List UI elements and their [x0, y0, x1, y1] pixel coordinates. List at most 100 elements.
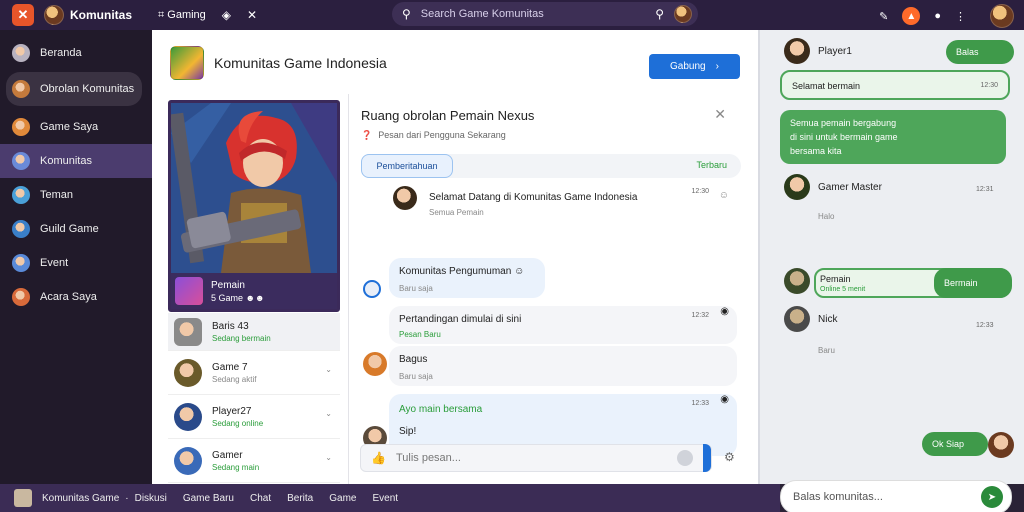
send-icon[interactable]: ➤ [981, 486, 1003, 508]
message-time: 12:33 [691, 400, 709, 407]
top-right-actions: ✎ ▲ ● ⋮ [879, 4, 1014, 28]
right-user-row[interactable]: Nick [784, 306, 837, 332]
right-user-row[interactable]: Player1 [784, 38, 852, 64]
bottom-link[interactable]: Event [372, 493, 398, 504]
chevron-down-icon[interactable]: ⌄ [325, 409, 332, 418]
player-avatar [174, 446, 202, 475]
message-bubble[interactable]: Selamat Datang di Komunitas Game Indones… [419, 182, 737, 222]
right-message-bubble-large[interactable]: Semua pemain bergabung di sini untuk ber… [780, 110, 1006, 164]
right-user-row[interactable]: Gamer Master [784, 174, 882, 200]
message-bubble[interactable]: Bagus Baru saja [389, 346, 737, 386]
bottom-link[interactable]: Chat [250, 493, 271, 504]
tab-latest[interactable]: Terbaru [696, 160, 727, 170]
bottom-link[interactable]: Komunitas Game [42, 493, 119, 504]
reaction-icon[interactable]: ☺ [719, 190, 729, 201]
logo-icon[interactable]: ✕ [12, 4, 34, 26]
right-reply-input[interactable] [793, 491, 981, 503]
search-icon: ⚲ [402, 7, 411, 21]
message-avatar[interactable] [363, 280, 381, 298]
list-item[interactable]: Player27 Sedang online ⌄ [168, 395, 340, 439]
player-name: Baris 43 [212, 320, 249, 332]
search-avatar[interactable] [674, 5, 692, 23]
play-button[interactable]: Bermain [934, 268, 1012, 298]
page-title: Komunitas Game Indonesia [214, 55, 387, 71]
player-name: Game 7 [212, 361, 248, 373]
tab-label: Pemberitahuan [376, 161, 438, 171]
right-message-time: 12:30 [980, 82, 998, 89]
hero-info-bar: Pemain 5 Game ☻☻ [171, 273, 337, 309]
sidebar-item-communities[interactable]: Komunitas [0, 144, 152, 178]
brand-name: Komunitas [70, 8, 133, 22]
sidebar-item-chat[interactable]: Obrolan Komunitas [6, 72, 142, 106]
right-user-row[interactable] [784, 268, 810, 294]
profile-avatar[interactable] [990, 4, 1014, 28]
fire-icon[interactable]: ▲ [902, 7, 921, 25]
bottom-link[interactable]: Game Baru [183, 493, 234, 504]
right-user-name: Gamer Master [818, 181, 882, 193]
message-avatar[interactable] [393, 186, 417, 210]
chevron-down-icon[interactable]: ⌄ [325, 453, 332, 462]
bottom-link[interactable]: Berita [287, 493, 313, 504]
send-button[interactable] [703, 444, 711, 472]
message-bubble[interactable]: Pertandingan dimulai di sini Pesan Baru … [389, 306, 737, 344]
message-sub: Semua Pemain [429, 208, 484, 217]
emoji-icon: ☻☻ [245, 292, 265, 303]
hero-character-image [171, 103, 337, 273]
bottom-bar: Komunitas Game · Diskusi Game Baru Chat … [0, 484, 780, 512]
message-text: Bagus [399, 354, 428, 365]
list-item[interactable]: Game 7 Sedang aktif ⌄ [168, 351, 340, 395]
sidebar-item-home[interactable]: Beranda [0, 36, 152, 70]
message-avatar[interactable] [363, 352, 387, 376]
tab-notifications[interactable]: Pemberitahuan [361, 154, 453, 178]
sidebar-item-friends[interactable]: Teman [0, 178, 152, 212]
join-button[interactable]: Gabung › [649, 54, 740, 79]
message-sub: Baru saja [399, 372, 433, 381]
message-sub: Baru saja [399, 284, 433, 293]
sidebar-item-guild[interactable]: Guild Game [0, 212, 152, 246]
chevron-right-icon: › [715, 61, 719, 72]
message-avatar[interactable]: ◉ [720, 394, 729, 405]
more-icon[interactable]: ⋮ [955, 10, 966, 23]
message-composer: 👍 [360, 444, 712, 472]
chat-subtitle-text: Pesan dari Pengguna Sekarang [378, 130, 506, 140]
right-message-line: di sini untuk bermain game [790, 132, 898, 142]
list-item[interactable]: Gamer Sedang main ⌄ [168, 439, 340, 483]
sidebar-item-label: Game Saya [40, 121, 99, 133]
like-icon[interactable]: 👍 [371, 451, 386, 465]
bottom-link[interactable]: Diskusi [135, 493, 167, 504]
hero-thumbnail [175, 277, 203, 305]
hero-card[interactable]: Pemain 5 Game ☻☻ [168, 100, 340, 312]
sidebar-item-my-events[interactable]: Acara Saya [0, 280, 152, 314]
close-icon[interactable]: ✕ [714, 106, 726, 123]
message-avatar[interactable]: ◉ [720, 306, 729, 317]
home-icon [12, 44, 30, 62]
right-message-line: Semua pemain bergabung [790, 118, 897, 128]
list-item[interactable]: Baris 43 Sedang bermain [168, 313, 340, 351]
message-input[interactable] [395, 452, 677, 464]
sidebar-item-my-games[interactable]: Game Saya [0, 110, 152, 144]
message-bubble[interactable]: Komunitas Pengumuman ☺ Baru saja [389, 258, 545, 298]
info-icon[interactable]: ● [934, 10, 941, 22]
message-time: 12:30 [691, 188, 709, 195]
reply-button[interactable]: Balas [946, 40, 1014, 64]
user-avatar[interactable] [44, 5, 64, 25]
bottom-link[interactable]: Game [329, 493, 356, 504]
sidebar-item-label: Komunitas [40, 155, 92, 167]
search-submit-icon[interactable]: ⚲ [655, 7, 664, 21]
shield-icon[interactable]: ◈ [222, 8, 231, 22]
player-avatar [174, 402, 202, 431]
sidebar-item-events[interactable]: Event [0, 246, 152, 280]
emoji-icon[interactable] [677, 450, 693, 466]
ok-button[interactable]: Ok Siap [922, 432, 988, 456]
sidebar-item-label: Guild Game [40, 223, 99, 235]
chevron-down-icon[interactable]: ⌄ [325, 365, 332, 374]
right-user-name: Player1 [818, 45, 852, 57]
attach-icon[interactable]: ⚙ [724, 450, 735, 464]
right-message-bubble[interactable]: Selamat bermain 12:30 [780, 70, 1010, 100]
nav-gaming[interactable]: ⌗ Gaming [158, 9, 206, 22]
right-time: 12:33 [976, 322, 994, 329]
close-icon[interactable]: ✕ [247, 8, 257, 22]
search-input[interactable] [420, 8, 656, 20]
ok-button-label: Ok Siap [932, 439, 965, 449]
bell-icon[interactable]: ✎ [879, 10, 888, 23]
